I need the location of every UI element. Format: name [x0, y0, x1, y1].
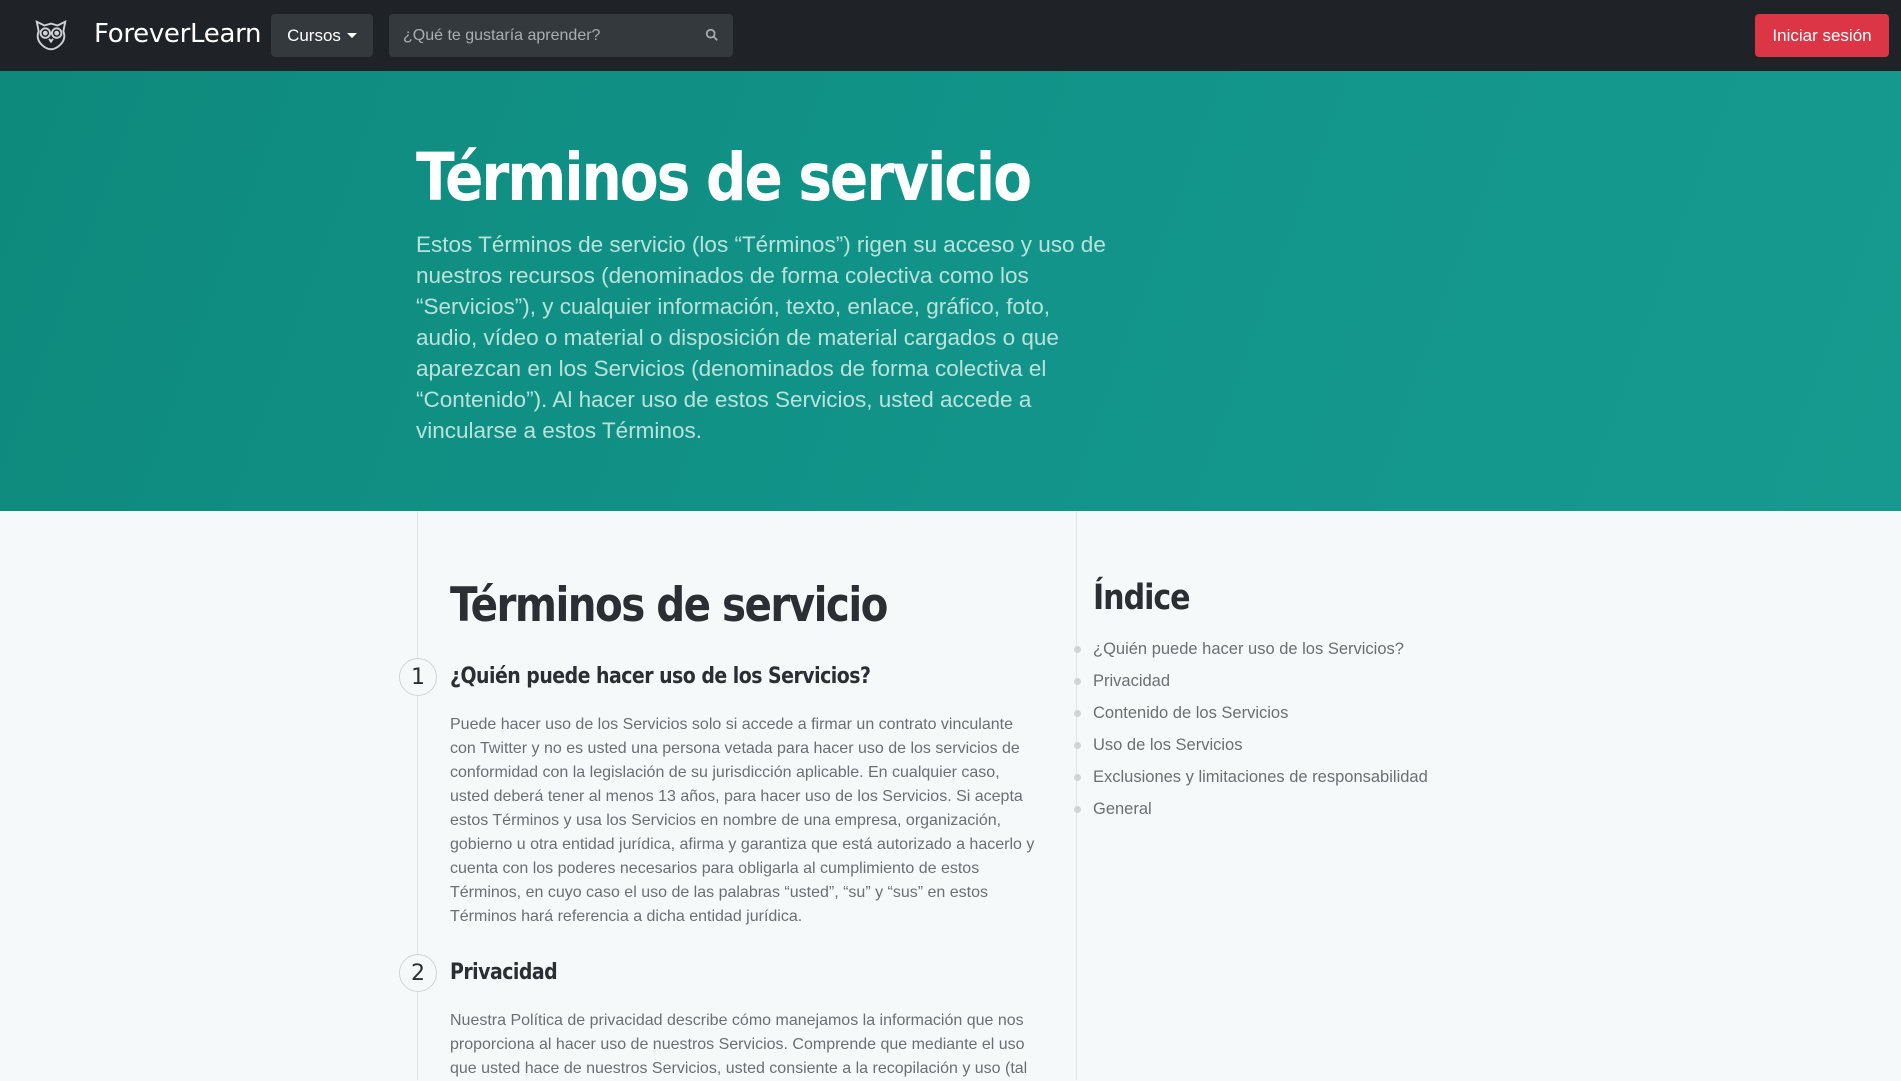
index-item-usage[interactable]: Uso de los Servicios	[1074, 733, 1428, 765]
index-item-privacy[interactable]: Privacidad	[1074, 669, 1428, 701]
courses-label: Cursos	[287, 25, 341, 45]
caret-down-icon	[346, 33, 357, 38]
index-item-who-can-use[interactable]: ¿Quién puede hacer uso de los Servicios?	[1074, 637, 1428, 669]
hero-banner: Términos de servicio Estos Términos de s…	[0, 71, 1901, 511]
section-number-1: 1	[399, 658, 437, 696]
section-number-2: 2	[399, 954, 437, 992]
page-title: Términos de servicio	[450, 578, 888, 633]
search-icon[interactable]	[705, 28, 719, 42]
bullet-dot-icon	[1074, 806, 1081, 813]
search-bar	[389, 14, 733, 57]
brand-name[interactable]: ForeverLearn	[94, 19, 262, 49]
index-item-general[interactable]: General	[1074, 797, 1428, 829]
bullet-dot-icon	[1074, 710, 1081, 717]
owl-logo-icon[interactable]	[32, 16, 70, 54]
hero-description: Estos Términos de servicio (los “Término…	[416, 232, 1106, 443]
section-body-2: Nuestra Política de privacidad describe …	[450, 1012, 1028, 1077]
index-title: Índice	[1093, 578, 1191, 618]
bullet-dot-icon	[1074, 742, 1081, 749]
bullet-dot-icon	[1074, 646, 1081, 653]
login-button[interactable]: Iniciar sesión	[1755, 14, 1889, 57]
index-item-content[interactable]: Contenido de los Servicios	[1074, 701, 1428, 733]
index-item-disclaimers[interactable]: Exclusiones y limitaciones de responsabi…	[1074, 765, 1428, 797]
section-title-1: ¿Quién puede hacer uso de los Servicios?	[450, 664, 871, 689]
bullet-dot-icon	[1074, 774, 1081, 781]
search-input[interactable]	[389, 14, 733, 57]
bullet-dot-icon	[1074, 678, 1081, 685]
content-divider	[1076, 511, 1077, 1080]
index-list: ¿Quién puede hacer uso de los Servicios?…	[1074, 637, 1428, 829]
section-title-2: Privacidad	[450, 960, 558, 985]
top-navbar: ForeverLearn Cursos Iniciar sesión	[0, 0, 1901, 71]
hero-title: Términos de servicio	[416, 139, 1032, 216]
section-body-1: Puede hacer uso de los Servicios solo si…	[450, 716, 1035, 925]
content-left-rule	[417, 511, 418, 1080]
courses-dropdown-button[interactable]: Cursos	[271, 14, 373, 57]
